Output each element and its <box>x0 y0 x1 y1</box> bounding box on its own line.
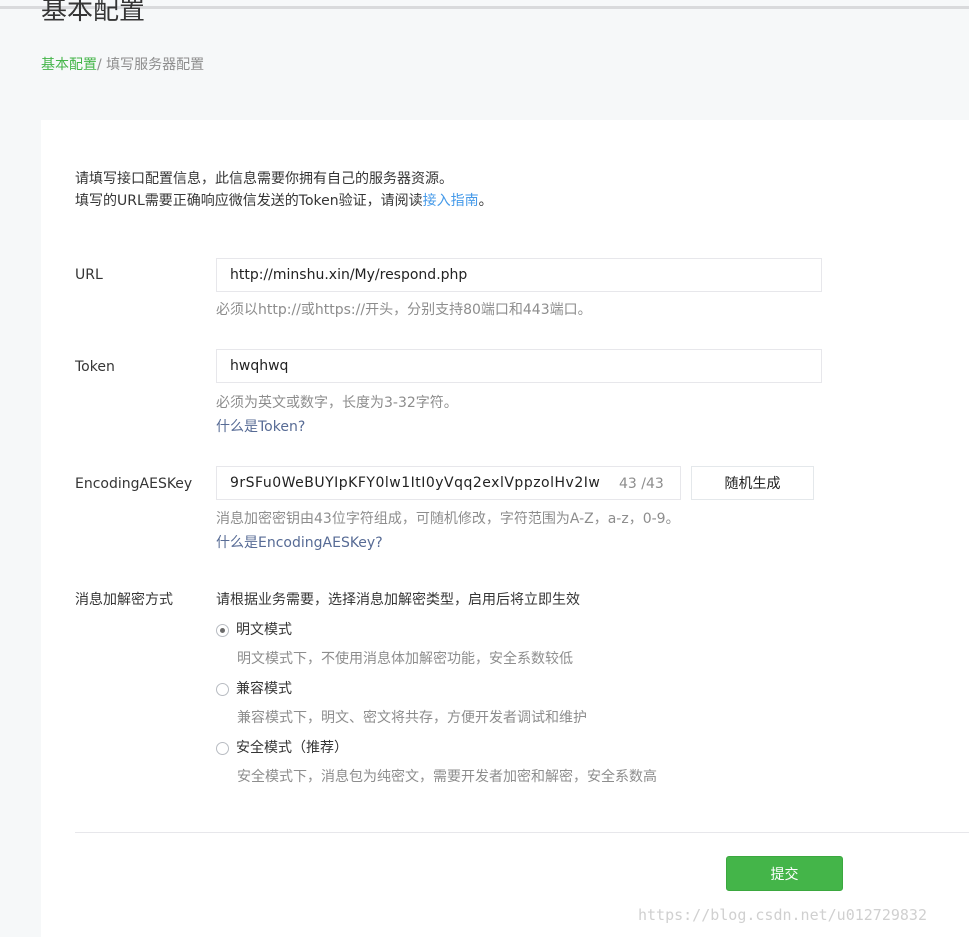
secure-mode-desc: 安全模式下，消息包为纯密文，需要开发者加密和解密，安全系数高 <box>237 769 657 785</box>
encryption-mode-prompt: 请根据业务需要，选择消息加解密类型，启用后将立即生效 <box>216 592 580 608</box>
random-generate-button[interactable]: 随机生成 <box>691 466 814 500</box>
token-input[interactable] <box>216 349 822 383</box>
radio-secure-label: 安全模式（推荐） <box>236 740 348 756</box>
aes-key-tip: 消息加密密钥由43位字符组成，可随机修改，字符范围为A-Z，a-z，0-9。 <box>216 511 680 527</box>
divider <box>75 832 969 833</box>
intro-text: 请填写接口配置信息，此信息需要你拥有自己的服务器资源。 填写的URL需要正确响应… <box>75 168 493 212</box>
aes-key-input[interactable] <box>216 466 681 500</box>
breadcrumb-current: 填写服务器配置 <box>101 57 205 73</box>
intro-line-1: 请填写接口配置信息，此信息需要你拥有自己的服务器资源。 <box>75 171 453 187</box>
breadcrumb: 基本配置/ 填写服务器配置 <box>41 55 204 75</box>
encryption-mode-label: 消息加解密方式 <box>75 592 173 608</box>
watermark: https://blog.csdn.net/u012729832 <box>638 906 927 924</box>
intro-line-2-text: 填写的URL需要正确响应微信发送的Token验证，请阅读 <box>75 193 423 209</box>
radio-compatible-mode[interactable]: 兼容模式 <box>216 679 292 699</box>
radio-plaintext-label: 明文模式 <box>236 622 292 638</box>
url-input[interactable] <box>216 258 822 292</box>
token-tip: 必须为英文或数字，长度为3-32字符。 <box>216 395 458 411</box>
radio-unchecked-icon[interactable] <box>216 741 229 755</box>
submit-button[interactable]: 提交 <box>726 856 843 891</box>
url-label: URL <box>75 267 103 283</box>
radio-secure-mode[interactable]: 安全模式（推荐） <box>216 738 348 758</box>
plaintext-mode-desc: 明文模式下，不使用消息体加解密功能，安全系数较低 <box>237 651 573 667</box>
intro-line-2-suffix: 。 <box>478 193 493 209</box>
aes-key-char-counter: 43 /43 <box>619 476 664 492</box>
breadcrumb-home-link[interactable]: 基本配置 <box>41 57 97 73</box>
radio-plaintext-mode[interactable]: 明文模式 <box>216 620 292 640</box>
token-label: Token <box>75 359 115 375</box>
intro-line-2: 填写的URL需要正确响应微信发送的Token验证，请阅读接入指南。 <box>75 190 493 212</box>
access-guide-link[interactable]: 接入指南 <box>423 193 479 209</box>
radio-checked-icon[interactable] <box>216 623 229 637</box>
what-is-token-link[interactable]: 什么是Token? <box>216 417 305 437</box>
server-config-card: 请填写接口配置信息，此信息需要你拥有自己的服务器资源。 填写的URL需要正确响应… <box>41 120 969 937</box>
page-title: 基本配置 <box>41 0 146 26</box>
radio-compatible-label: 兼容模式 <box>236 681 292 697</box>
aes-key-label: EncodingAESKey <box>75 476 193 492</box>
url-tip: 必须以http://或https://开头，分别支持80端口和443端口。 <box>216 302 592 318</box>
radio-unchecked-icon[interactable] <box>216 682 229 696</box>
compatible-mode-desc: 兼容模式下，明文、密文将共存，方便开发者调试和维护 <box>237 710 587 726</box>
what-is-aes-key-link[interactable]: 什么是EncodingAESKey? <box>216 533 383 553</box>
top-border <box>0 6 969 9</box>
